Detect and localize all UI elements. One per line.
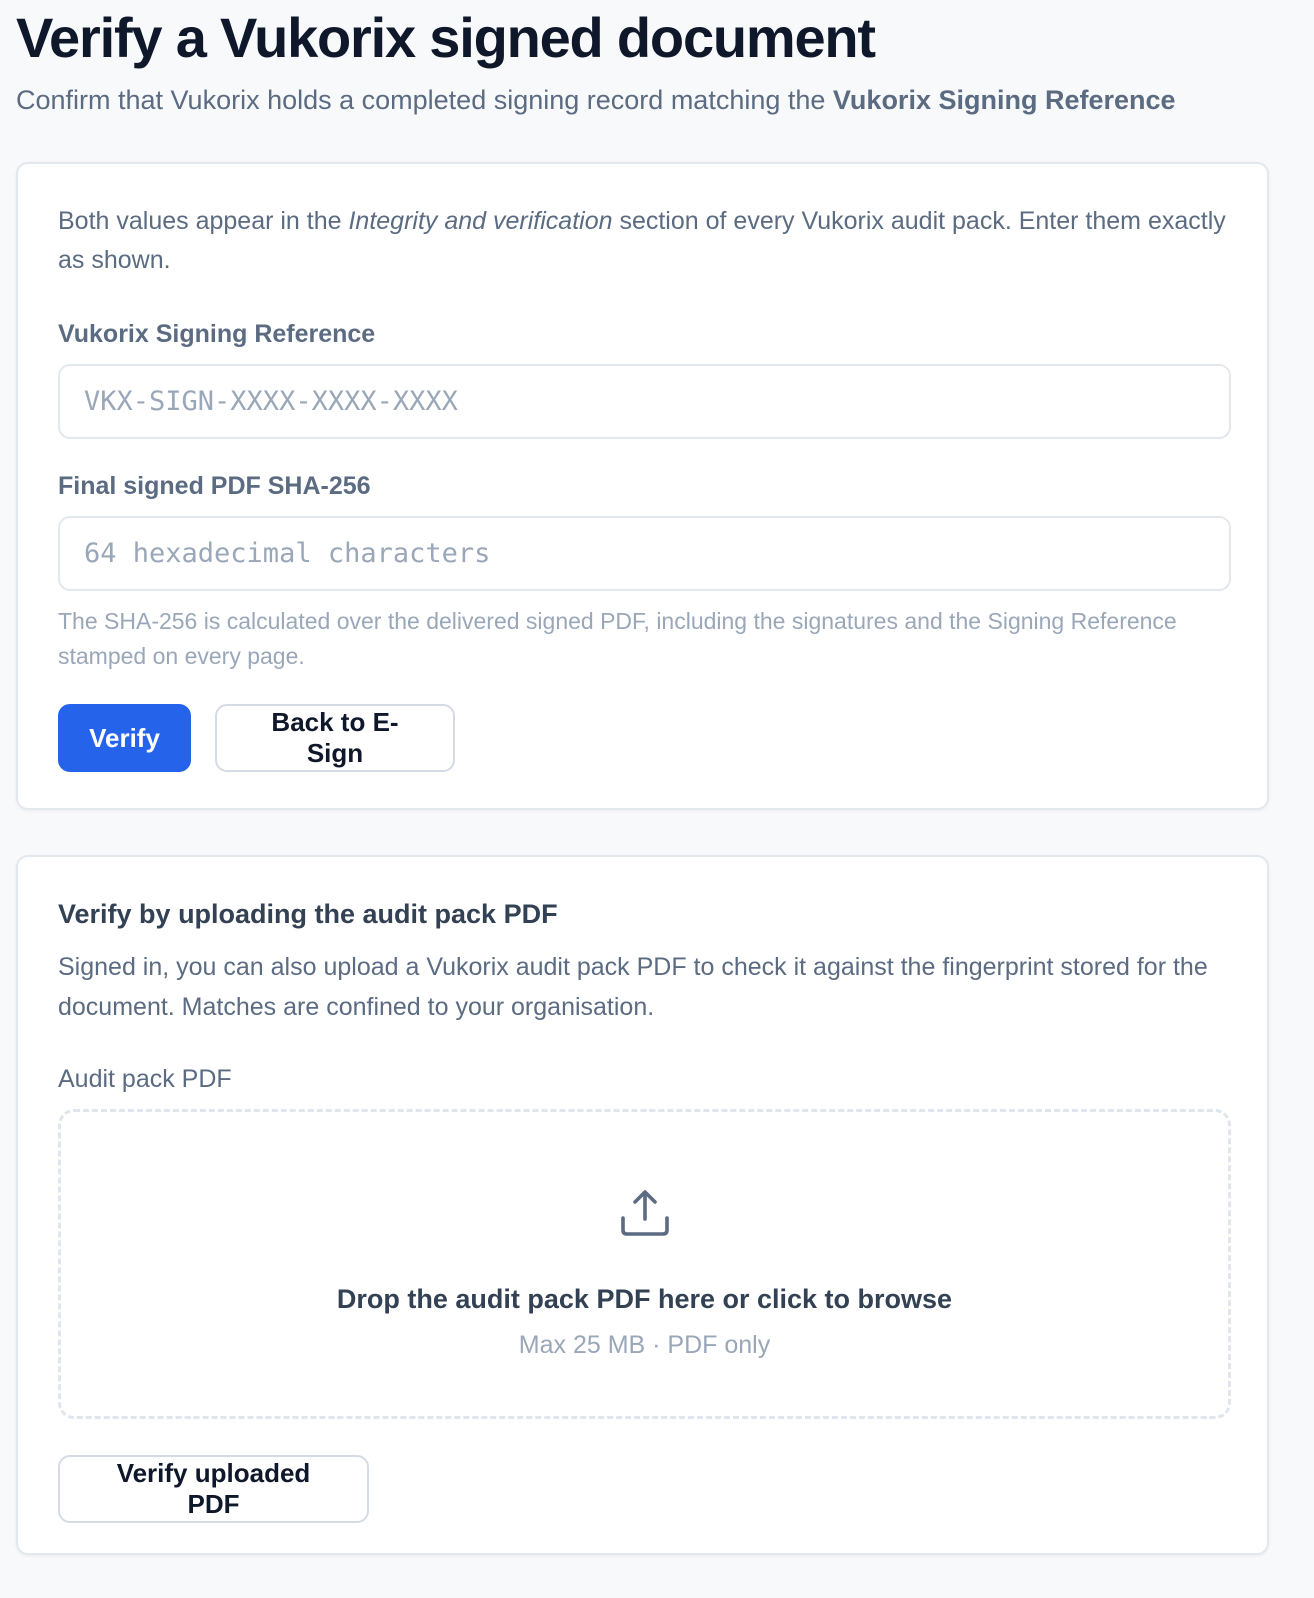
- audit-pack-dropzone[interactable]: Drop the audit pack PDF here or click to…: [58, 1109, 1231, 1419]
- manual-verify-card: Both values appear in the Integrity and …: [16, 162, 1269, 810]
- upload-icon: [620, 1190, 669, 1236]
- intro-prefix: Both values appear in the: [58, 207, 349, 235]
- sha256-label: Final signed PDF SHA-256: [58, 472, 371, 500]
- intro-emphasis: Integrity and verification: [348, 207, 613, 235]
- signing-reference-label: Vukorix Signing Reference: [58, 320, 376, 348]
- upload-section-description: Signed in, you can also upload a Vukorix…: [58, 953, 1208, 1021]
- dropzone-title: Drop the audit pack PDF here or click to…: [336, 1284, 953, 1314]
- sha256-hint: The SHA-256 is calculated over the deliv…: [58, 608, 1177, 669]
- sha256-input[interactable]: [58, 516, 1231, 591]
- page-subtitle: Confirm that Vukorix holds a completed s…: [16, 82, 1269, 118]
- subtitle-text: Confirm that Vukorix holds a completed s…: [16, 85, 833, 115]
- page-title: Verify a Vukorix signed document: [16, 6, 876, 69]
- manual-intro: Both values appear in the Integrity and …: [58, 202, 1227, 280]
- upload-section-title: Verify by uploading the audit pack PDF: [58, 899, 558, 929]
- dropzone-meta: Max 25 MB · PDF only: [518, 1331, 771, 1359]
- upload-verify-card: Verify by uploading the audit pack PDF S…: [16, 855, 1269, 1555]
- manual-actions: Verify Back to E-Sign: [58, 704, 1227, 772]
- verify-button[interactable]: Verify: [58, 704, 191, 772]
- verify-page: Verify a Vukorix signed document Confirm…: [0, 0, 1314, 1598]
- verify-uploaded-pdf-button[interactable]: Verify uploaded PDF: [58, 1455, 369, 1523]
- audit-pack-label: Audit pack PDF: [58, 1065, 232, 1093]
- back-to-esign-button[interactable]: Back to E-Sign: [215, 704, 455, 772]
- signing-reference-input[interactable]: [58, 364, 1231, 439]
- subtitle-emphasis: Vukorix Signing Reference: [832, 85, 1176, 115]
